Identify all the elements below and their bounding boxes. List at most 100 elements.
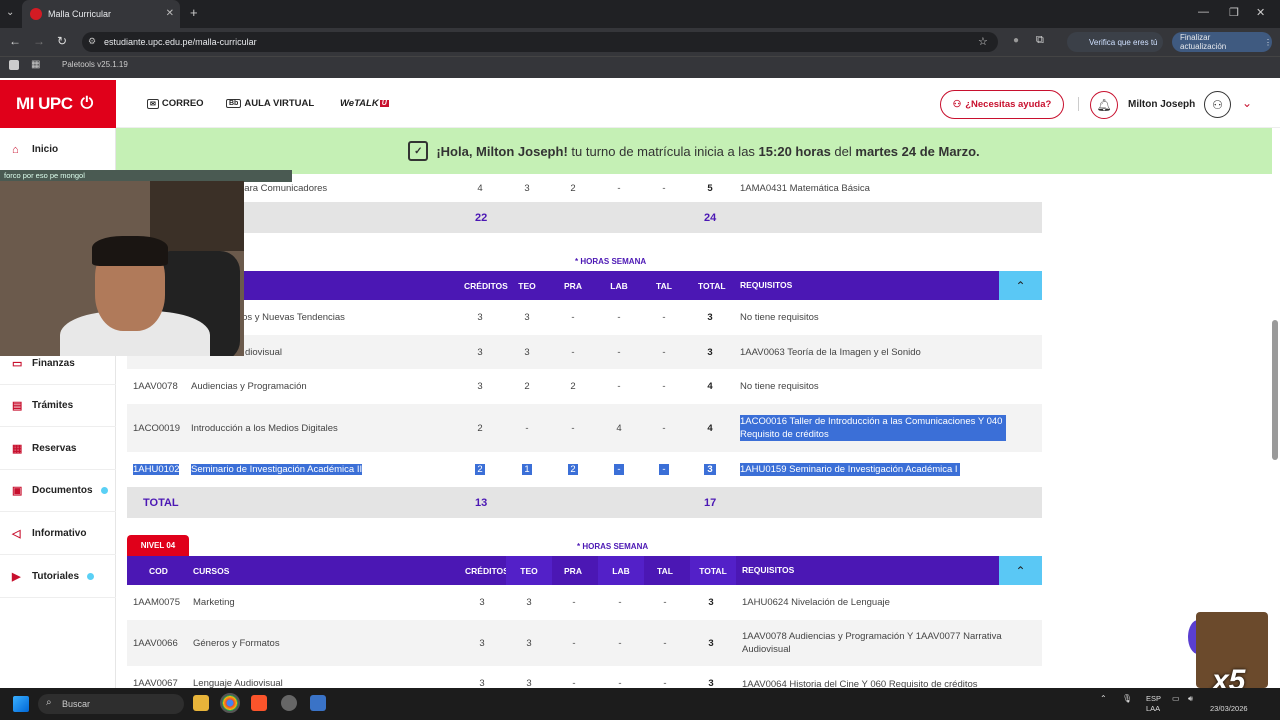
- divider: [1078, 97, 1079, 111]
- collapse-chevron-up-icon[interactable]: ⌃: [999, 556, 1042, 585]
- teo: 3: [524, 182, 530, 194]
- table-row[interactable]: 1AAM0075 Marketing 3 3 - - - 3 1AHU0624 …: [127, 586, 1042, 619]
- sidebar-item-tramites[interactable]: ▤ Trámites: [0, 385, 116, 427]
- maximize-icon[interactable]: ❐: [1229, 6, 1239, 19]
- verify-label: Verifica que eres tú: [1089, 37, 1158, 47]
- extensions-puzzle-icon[interactable]: ⧉: [1036, 34, 1044, 47]
- pra: 2: [570, 381, 576, 392]
- user-avatar-icon[interactable]: ⚇: [1204, 91, 1231, 118]
- credits: 3: [479, 678, 485, 688]
- app-icon[interactable]: [281, 695, 297, 711]
- table-row[interactable]: 1ACO0019 Introducción a los Medios Digit…: [127, 404, 1042, 452]
- calculator-icon[interactable]: [310, 695, 326, 711]
- document-list-icon: ▤: [12, 400, 23, 412]
- requirements: No tiene requisitos: [740, 381, 819, 392]
- lab: -: [617, 312, 621, 323]
- sidebar-item-reservas[interactable]: ▦ Reservas: [0, 428, 116, 470]
- wetalk-label: WeTALK: [340, 98, 379, 109]
- logo-text: MI UPC: [16, 94, 73, 113]
- collapse-chevron-up-icon[interactable]: ⌃: [999, 271, 1042, 300]
- banner-text: tu turno de matrícula inicia a las: [567, 143, 759, 159]
- course-name: Introducción a los Medios Digitales: [191, 422, 338, 434]
- lab: -: [618, 597, 622, 608]
- apps-grid-icon[interactable]: ▦: [31, 59, 40, 70]
- total-credits: 13: [475, 496, 488, 509]
- search-placeholder: Buscar: [62, 699, 91, 709]
- close-tab-icon[interactable]: ✕: [166, 8, 174, 19]
- file-explorer-icon[interactable]: [193, 695, 209, 711]
- site-info-icon[interactable]: ⚙: [88, 36, 96, 47]
- table-row[interactable]: 1AAV0067 Lenguaje Audiovisual 3 3 - - - …: [127, 667, 1042, 688]
- sidebar-label: Tutoriales: [32, 571, 80, 582]
- reload-icon[interactable]: ↻: [57, 34, 67, 48]
- table-row-selected[interactable]: 1AHU0102 Seminario de Investigación Acad…: [127, 453, 1042, 486]
- total: 3: [704, 464, 716, 475]
- pra: -: [571, 422, 575, 434]
- bookmark-paletools[interactable]: Paletools v25.1.19: [62, 60, 128, 69]
- taskbar-search[interactable]: Buscar: [38, 694, 184, 714]
- windows-start-icon[interactable]: [13, 696, 29, 712]
- requirements: 1AAV0064 Historia del Cine Y 060 Requisi…: [742, 679, 978, 688]
- forward-icon[interactable]: →: [33, 34, 45, 48]
- col-cod: COD: [149, 565, 168, 576]
- total: 3: [708, 597, 714, 608]
- more-menu-icon[interactable]: ⋮: [1264, 38, 1272, 47]
- table-row[interactable]: 1AAV0078 Audiencias y Programación 3 2 2…: [127, 370, 1042, 403]
- help-button[interactable]: ⚇ ¿Necesitas ayuda?: [940, 90, 1064, 119]
- col-pra: PRA: [564, 280, 582, 291]
- browser-tab[interactable]: Malla Curricular ✕: [22, 0, 180, 28]
- wetalk-logo-icon: U: [379, 100, 389, 107]
- page-scrollbar[interactable]: [1272, 320, 1278, 460]
- table-row[interactable]: ios y Nuevas Tendencias 3 3 - - - 3 No t…: [127, 302, 1042, 333]
- bookmark-star-icon[interactable]: ☆: [978, 35, 988, 48]
- logo[interactable]: MI UPC ⏻: [0, 80, 116, 128]
- wetalk-link[interactable]: WeTALK U: [340, 98, 389, 109]
- lab: -: [617, 346, 621, 358]
- enrollment-banner: ✓ ¡Hola, Milton Joseph! tu turno de matr…: [116, 128, 1272, 174]
- table-row[interactable]: diovisual 3 3 - - - 3 1AAV0063 Teoría de…: [127, 335, 1042, 369]
- tal: -: [662, 346, 666, 358]
- chevron-down-icon[interactable]: ⌄: [1242, 96, 1252, 110]
- close-window-icon[interactable]: ✕: [1256, 6, 1265, 19]
- course-name: Audiencias y Programación: [191, 381, 307, 392]
- back-icon[interactable]: ←: [9, 34, 21, 48]
- pra: 2: [568, 464, 578, 475]
- col-creditos: CRÉDITOS: [464, 280, 508, 291]
- course-code: 1AAV0066: [133, 637, 178, 649]
- pra: -: [571, 346, 575, 358]
- network-icon[interactable]: ▭: [1172, 694, 1180, 703]
- language-indicator[interactable]: ESP LAA: [1146, 694, 1161, 714]
- aula-virtual-link[interactable]: Bb AULA VIRTUAL: [226, 98, 314, 109]
- aula-virtual-label: AULA VIRTUAL: [244, 98, 315, 109]
- correo-link[interactable]: ✉ CORREO: [147, 98, 204, 109]
- tal: -: [659, 464, 669, 475]
- minimize-icon[interactable]: —: [1198, 6, 1209, 18]
- new-tab-icon[interactable]: +: [190, 5, 198, 20]
- finish-update-button[interactable]: Finalizar actualización ⋮: [1172, 32, 1272, 52]
- sidebar-item-documentos[interactable]: ▣ Documentos: [0, 470, 116, 512]
- sidebar-item-informativo[interactable]: ◁ Informativo: [0, 513, 116, 555]
- total: 4: [707, 422, 713, 434]
- course-name: ios y Nuevas Tendencias: [240, 312, 345, 323]
- tal: -: [663, 678, 667, 688]
- volume-icon[interactable]: 🔊︎: [1188, 694, 1193, 704]
- extension-icon[interactable]: ●: [1013, 35, 1019, 46]
- brave-icon[interactable]: [251, 695, 267, 711]
- chrome-icon[interactable]: [220, 693, 240, 713]
- notifications-bell-icon[interactable]: 🔔︎: [1090, 91, 1118, 119]
- total: 5: [707, 182, 713, 194]
- tray-chevron-icon[interactable]: ⌃: [1100, 694, 1107, 703]
- sidebar-item-inicio[interactable]: ⌂ Inicio: [0, 129, 116, 171]
- sidebar-toggle-icon[interactable]: [9, 60, 19, 70]
- hours-per-week-label: * HORAS SEMANA: [577, 542, 649, 551]
- address-bar[interactable]: estudiante.upc.edu.pe/malla-curricular: [82, 32, 998, 52]
- table-row[interactable]: 1AAV0066 Géneros y Formatos 3 3 - - - 3 …: [127, 620, 1042, 666]
- total: 3: [707, 346, 713, 358]
- tal: -: [662, 381, 666, 392]
- sidebar-item-tutoriales[interactable]: ▶ Tutoriales: [0, 556, 116, 598]
- requirements: No tiene requisitos: [740, 312, 819, 323]
- user-name: Milton Joseph: [1128, 99, 1196, 110]
- tab-list-icon[interactable]: ⌄: [6, 7, 14, 18]
- verify-button[interactable]: Verifica que eres tú: [1067, 32, 1163, 52]
- microphone-icon[interactable]: 🎙︎: [1122, 694, 1132, 703]
